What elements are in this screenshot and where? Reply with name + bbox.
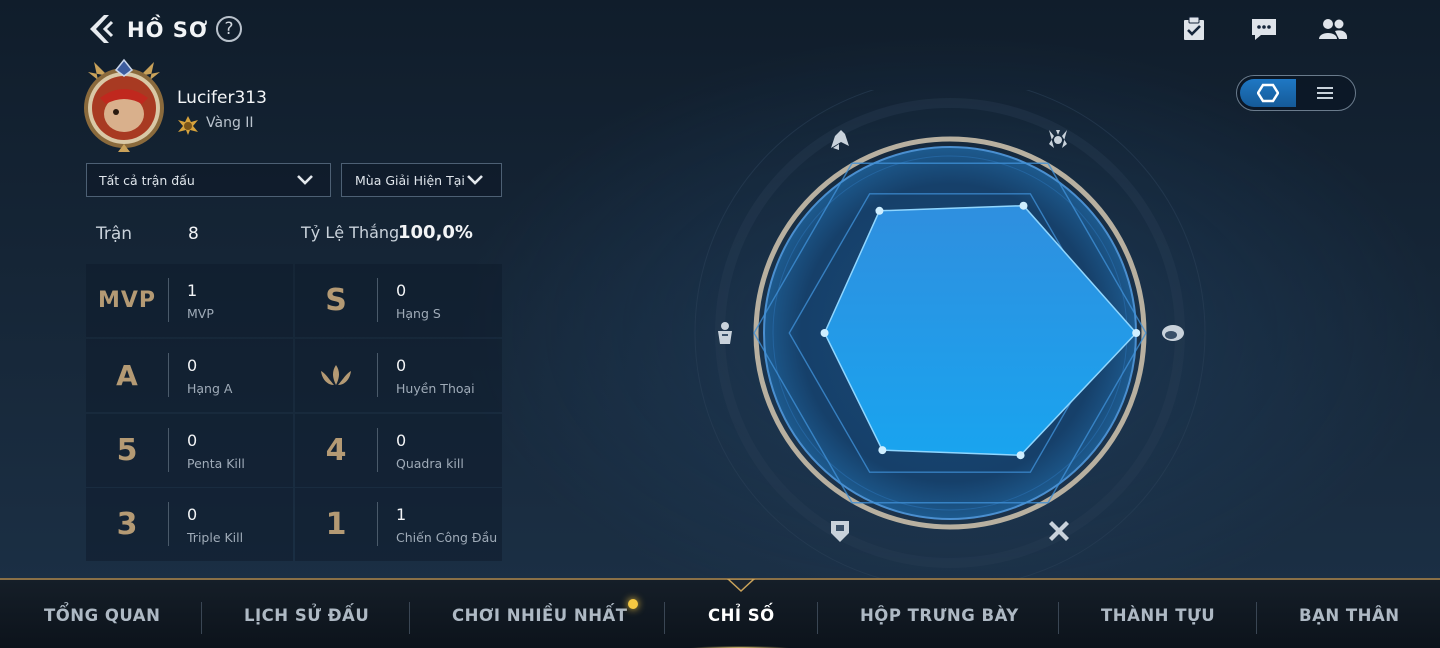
- gold-rank-icon: [176, 114, 200, 136]
- fight-icon: [1046, 518, 1072, 544]
- stat-label: Huyền Thoại: [396, 381, 475, 396]
- checklist-icon[interactable]: [1179, 14, 1209, 44]
- mage-icon: [1045, 126, 1071, 152]
- rank-label: Vàng II: [206, 115, 254, 131]
- radar-view-button[interactable]: [1240, 79, 1296, 107]
- radar-point-mage-icon: [1019, 201, 1028, 210]
- help-icon[interactable]: ?: [216, 16, 242, 42]
- tab-stats[interactable]: CHỈ SỐ: [708, 606, 775, 625]
- mvp-icon: MVP: [97, 288, 157, 313]
- tab-achievements[interactable]: THÀNH TỰU: [1101, 606, 1215, 625]
- season-dropdown[interactable]: Mùa Giải Hiện Tại: [341, 163, 502, 197]
- stat-label: Penta Kill: [187, 456, 245, 471]
- stat-label: Hạng A: [187, 381, 233, 396]
- page-title: HỒ SƠ: [127, 18, 209, 42]
- stat-label: Quadra kill: [396, 456, 464, 471]
- stat-value: 0: [187, 431, 198, 450]
- active-tab-marker: [726, 578, 756, 597]
- radar-point-farm-icon: [1132, 329, 1141, 337]
- stat-penta-kill: 5 0 Penta Kill: [86, 414, 293, 487]
- tab-best-friends[interactable]: BẠN THÂN: [1299, 606, 1400, 625]
- farm-icon: [1160, 320, 1186, 346]
- support-icon: [712, 320, 738, 346]
- winrate-value: 100,0%: [398, 222, 473, 243]
- radar-svg: [694, 77, 1206, 589]
- radar-point-fight-icon: [878, 446, 887, 455]
- radar-point-assassin-icon: [875, 206, 884, 215]
- stat-label: Triple Kill: [187, 530, 244, 545]
- match-type-value: Tất cả trận đấu: [99, 172, 195, 188]
- stat-value: 0: [396, 431, 407, 450]
- tab-most-played[interactable]: CHƠI NHIỀU NHẤT: [452, 606, 628, 625]
- stat-value: 0: [187, 505, 198, 524]
- rank-a-icon: A: [116, 359, 138, 392]
- matches-label: Trận: [96, 224, 133, 244]
- tank-icon: [827, 518, 853, 544]
- winrate-label: Tỷ Lệ Thắng: [301, 223, 400, 242]
- stat-label: Chiến Công Đầu: [396, 530, 498, 545]
- stat-quadra-kill: 4 0 Quadra kill: [295, 414, 502, 487]
- stat-label: MVP: [187, 306, 214, 321]
- tab-showcase[interactable]: HỘP TRƯNG BÀY: [860, 606, 1019, 625]
- bottom-tab-bar: TỔNG QUAN LỊCH SỬ ĐẤU CHƠI NHIỀU NHẤT CH…: [0, 578, 1440, 648]
- stat-value: 1: [187, 281, 198, 300]
- stat-rank-s: S 0 Hạng S: [295, 264, 502, 337]
- radar-point-tank-icon: [1016, 451, 1025, 460]
- avatar[interactable]: [80, 58, 168, 154]
- tab-overview[interactable]: TỔNG QUAN: [44, 606, 160, 625]
- radar-point-support-icon: [820, 329, 829, 337]
- legendary-icon: [295, 339, 377, 412]
- quadra-kill-icon: 4: [325, 433, 347, 468]
- first-blood-icon: 1: [325, 507, 347, 542]
- penta-kill-icon: 5: [116, 433, 138, 468]
- stat-mvp: MVP 1 MVP: [86, 264, 293, 337]
- friends-icon[interactable]: [1318, 14, 1348, 44]
- stat-value: 0: [396, 356, 407, 375]
- rank-s-icon: S: [325, 283, 347, 318]
- chevron-down-icon: [466, 174, 484, 186]
- chat-icon[interactable]: [1249, 14, 1279, 44]
- assassin-icon: [827, 126, 853, 152]
- stat-first-blood: 1 1 Chiến Công Đầu: [295, 488, 502, 561]
- radar-chart: [690, 77, 1210, 589]
- view-toggle[interactable]: [1236, 75, 1356, 111]
- stats-grid: MVP 1 MVP S 0 Hạng S A 0 Hạng A 0 Huyền …: [86, 264, 502, 561]
- stat-value: 1: [396, 505, 407, 524]
- stat-legendary: 0 Huyền Thoại: [295, 339, 502, 412]
- stat-value: 0: [187, 356, 198, 375]
- triple-kill-icon: 3: [116, 507, 138, 542]
- stat-triple-kill: 3 0 Triple Kill: [86, 488, 293, 561]
- notification-dot: [628, 599, 638, 609]
- season-value: Mùa Giải Hiện Tại: [355, 172, 465, 188]
- username: Lucifer313: [177, 88, 267, 108]
- chevron-down-icon: [296, 174, 314, 186]
- back-icon[interactable]: [84, 12, 118, 46]
- matches-value: 8: [188, 224, 199, 244]
- stat-value: 0: [396, 281, 407, 300]
- match-type-dropdown[interactable]: Tất cả trận đấu: [86, 163, 331, 197]
- tab-match-history[interactable]: LỊCH SỬ ĐẤU: [244, 606, 369, 625]
- stat-label: Hạng S: [396, 306, 441, 321]
- list-view-button[interactable]: [1297, 79, 1353, 107]
- stat-rank-a: A 0 Hạng A: [86, 339, 293, 412]
